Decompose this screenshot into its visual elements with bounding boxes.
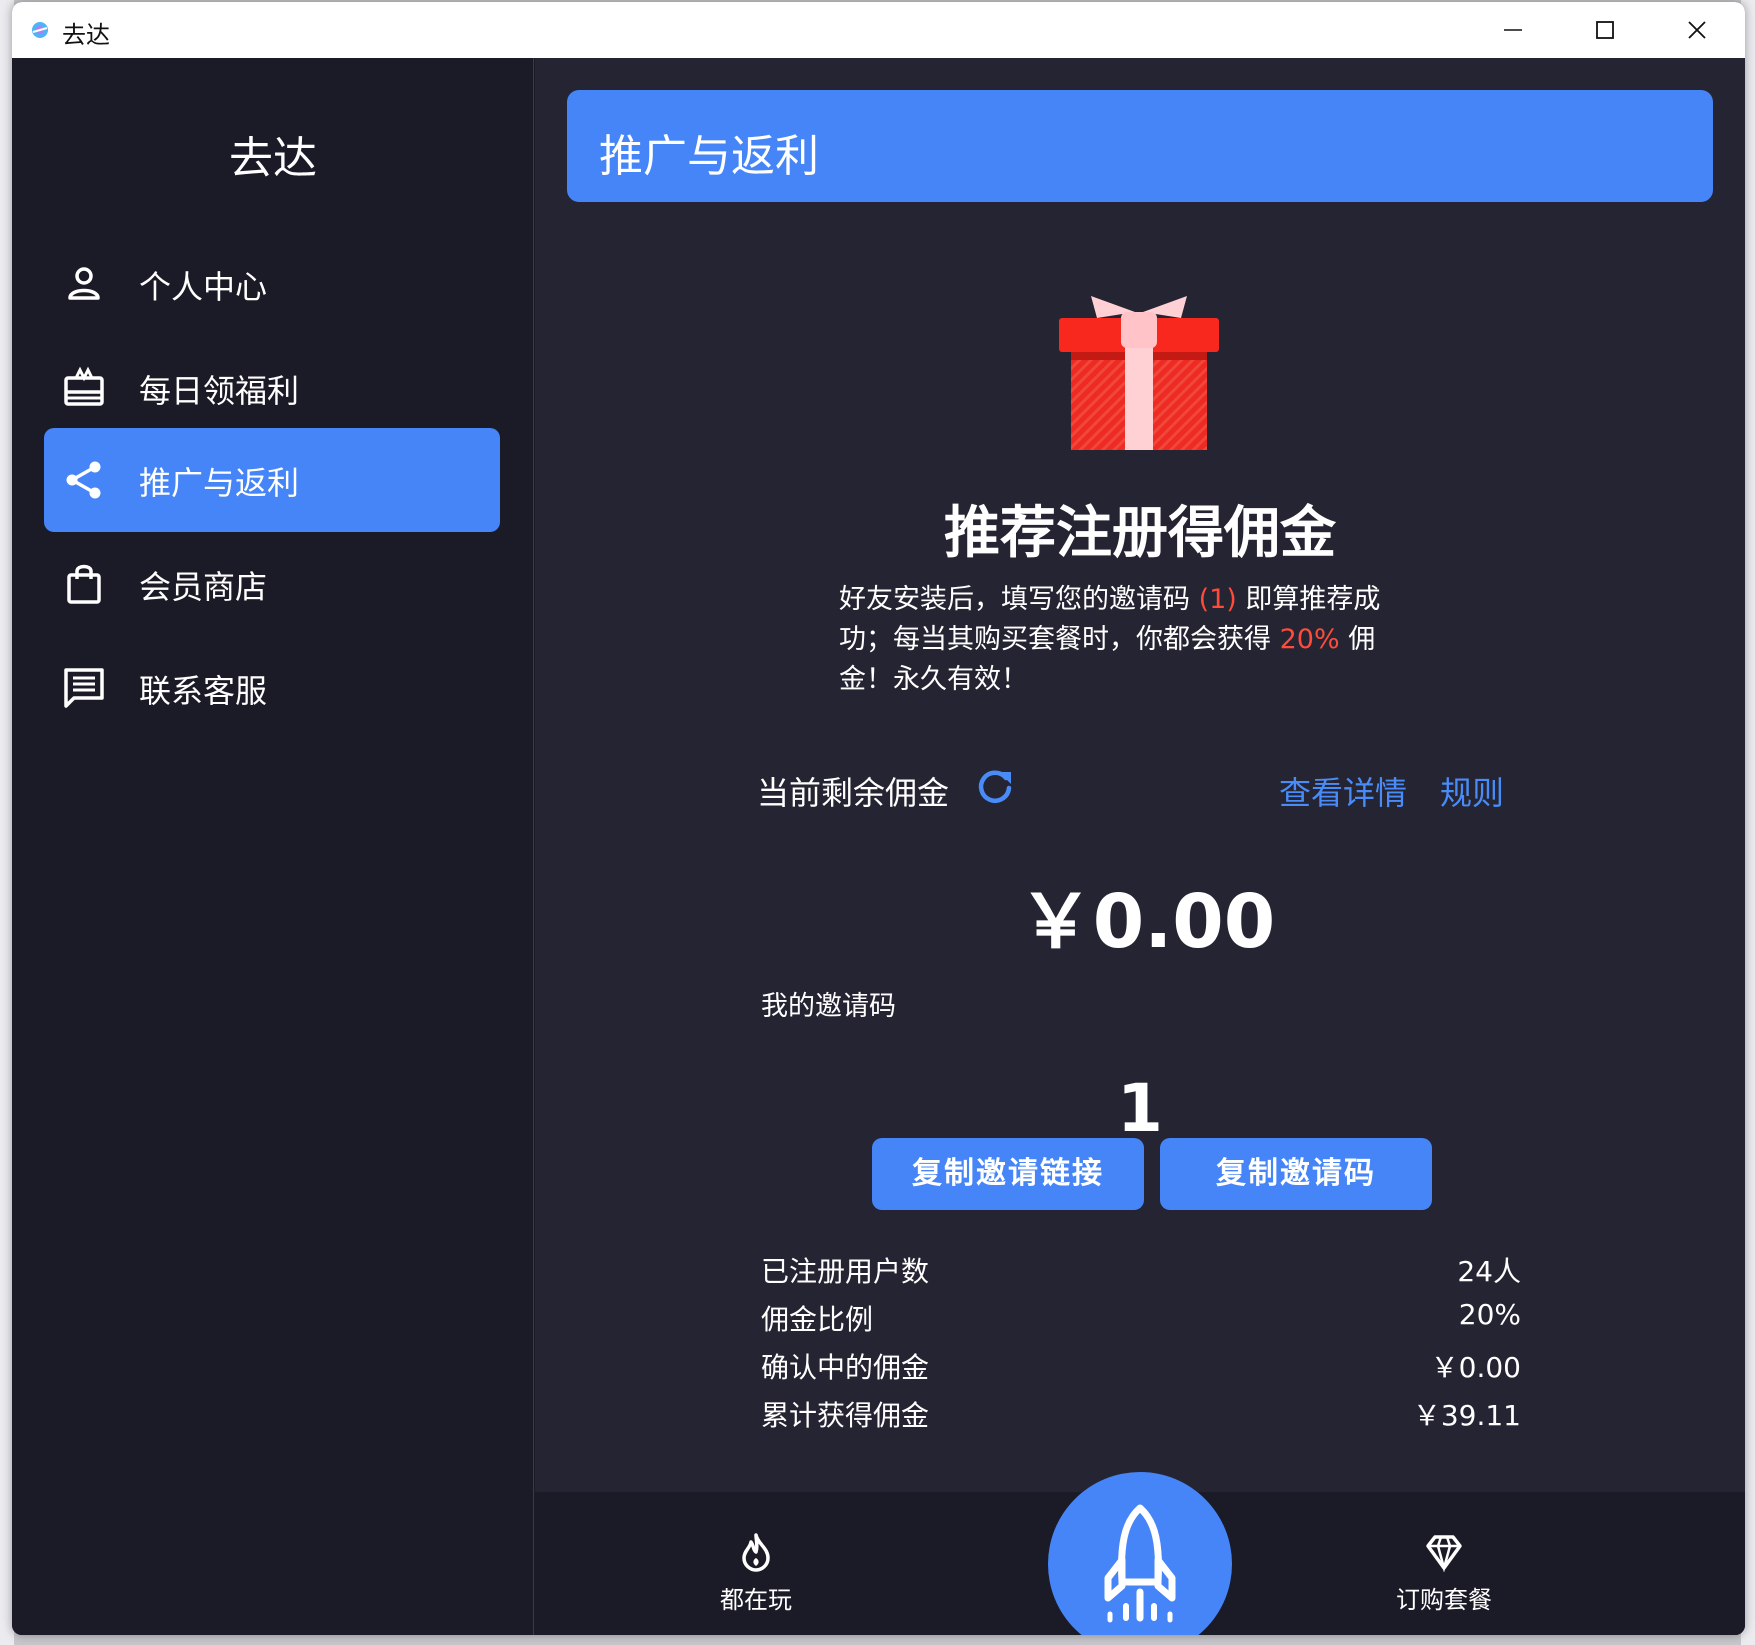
person-icon — [68, 267, 100, 300]
sidebar-item-profile[interactable]: 个人中心 — [44, 232, 500, 336]
tab-subscribe[interactable]: 订购套餐 — [1364, 1532, 1524, 1615]
invite-code-value: 1 — [1117, 1070, 1163, 1147]
sidebar-item-promotion[interactable]: 推广与返利 — [44, 428, 500, 532]
stat-value: ￥0.00 — [1430, 1351, 1521, 1384]
tab-label: 都在玩 — [720, 1586, 792, 1614]
flame-icon — [742, 1533, 770, 1572]
minimize-icon — [1504, 29, 1522, 31]
refresh-icon[interactable] — [975, 766, 1015, 806]
brand-title: 去达 — [229, 133, 317, 184]
stat-label: 确认中的佣金 — [761, 1351, 930, 1384]
minimize-button[interactable] — [1467, 2, 1559, 58]
sidebar-item-label: 会员商店 — [139, 568, 268, 606]
rocket-icon — [1104, 1504, 1176, 1623]
diamond-icon — [1426, 1535, 1462, 1572]
sidebar-item-label: 个人中心 — [139, 268, 268, 306]
app-window: 去达 去达 个人中心 每日领福利 推广与返利 会员商店 联系客服 推广与返利 推… — [12, 2, 1745, 1635]
copy-invite-link-button[interactable]: 复制邀请链接 — [872, 1138, 1144, 1210]
sidebar-item-label: 推广与返利 — [139, 464, 300, 502]
stat-row: 佣金比例 20% — [761, 1298, 1521, 1338]
promo-description: 好友安装后，填写您的邀请码 (1) 即算推荐成功；每当其购买套餐时，你都会获得 … — [839, 580, 1419, 700]
close-button[interactable] — [1651, 2, 1743, 58]
page-title: 推广与返利 — [599, 131, 819, 182]
stat-row: 累计获得佣金 ￥39.11 — [761, 1394, 1521, 1434]
tab-trending[interactable]: 都在玩 — [676, 1532, 836, 1615]
stat-label: 佣金比例 — [761, 1303, 874, 1336]
chat-icon — [64, 668, 104, 708]
headline: 推荐注册得佣金 — [944, 501, 1336, 566]
balance-label: 当前剩余佣金 — [757, 774, 950, 812]
view-details-link[interactable]: 查看详情 — [1279, 768, 1407, 814]
desc-text: 好友安装后，填写您的邀请码 — [839, 584, 1199, 615]
maximize-icon — [1596, 21, 1614, 39]
desc-code-highlight: (1) — [1198, 584, 1237, 615]
gift-card-icon — [64, 366, 104, 406]
stat-label: 累计获得佣金 — [761, 1399, 930, 1432]
stat-row: 已注册用户数 24人 — [761, 1250, 1521, 1290]
title-bar[interactable]: 去达 — [12, 2, 1745, 58]
sidebar-item-customer-service[interactable]: 联系客服 — [44, 636, 500, 740]
stat-label: 已注册用户数 — [761, 1255, 930, 1288]
page-header: 推广与返利 — [567, 90, 1713, 202]
balance-value: ￥0.00 — [1018, 879, 1276, 965]
shopping-bag-icon — [67, 564, 101, 604]
invite-code-label: 我的邀请码 — [761, 991, 896, 1022]
stat-value: 20% — [1458, 1298, 1521, 1331]
gift-icon — [1059, 296, 1219, 450]
window-title: 去达 — [62, 21, 110, 49]
stat-value: 24人 — [1457, 1255, 1521, 1288]
copy-invite-code-button[interactable]: 复制邀请码 — [1160, 1138, 1432, 1210]
rules-link[interactable]: 规则 — [1440, 768, 1504, 814]
sidebar-item-label: 联系客服 — [139, 672, 268, 710]
main-content: 推广与返利 推荐注册得佣金 好友安装后，填写您的邀请码 (1) 即算推荐成功；每… — [535, 58, 1745, 1635]
sidebar-item-member-store[interactable]: 会员商店 — [44, 532, 500, 636]
maximize-button[interactable] — [1559, 2, 1651, 58]
share-icon — [66, 461, 101, 499]
stat-row: 确认中的佣金 ￥0.00 — [761, 1346, 1521, 1386]
stat-value: ￥39.11 — [1412, 1399, 1521, 1432]
tab-label: 订购套餐 — [1396, 1586, 1492, 1614]
close-icon — [1688, 21, 1706, 39]
desc-rate-highlight: 20% — [1279, 624, 1340, 655]
sidebar-item-daily-rewards[interactable]: 每日领福利 — [44, 336, 500, 440]
sidebar-item-label: 每日领福利 — [139, 372, 300, 410]
app-logo-icon — [32, 22, 48, 38]
sidebar: 去达 个人中心 每日领福利 推广与返利 会员商店 联系客服 — [12, 58, 534, 1635]
